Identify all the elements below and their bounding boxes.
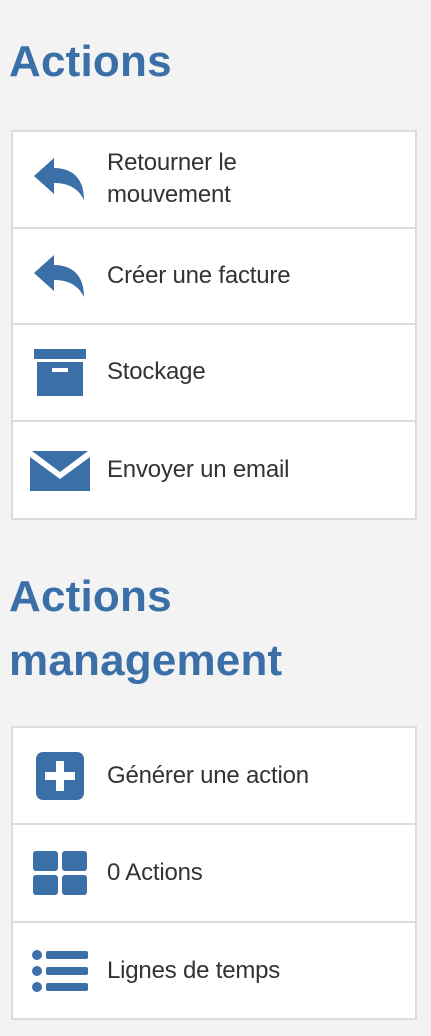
plus-square-icon (27, 748, 93, 804)
action-creer-facture[interactable]: Créer une facture (13, 229, 415, 325)
management-section-title: Actions management (9, 572, 283, 685)
management-label: Lignes de temps (107, 957, 281, 985)
action-label: Stockage (107, 358, 206, 386)
management-lignes-temps[interactable]: Lignes de temps (13, 923, 415, 1020)
management-label: Générer une action (107, 761, 309, 789)
reply-arrow-icon (27, 151, 93, 207)
action-label: Envoyer un email (107, 455, 290, 483)
action-envoyer-email[interactable]: Envoyer un email (13, 422, 415, 519)
management-actions-count[interactable]: 0 Actions (13, 825, 415, 923)
archive-box-icon (27, 344, 93, 400)
list-bullets-icon (27, 943, 93, 999)
grid-tiles-icon (27, 845, 93, 901)
reply-arrow-icon (27, 248, 93, 304)
action-label: Créer une facture (107, 261, 291, 289)
management-generer-action[interactable]: Générer une action (13, 728, 415, 826)
management-label: 0 Actions (107, 858, 203, 886)
actions-panel: Retourner le mouvement Créer une facture… (11, 130, 417, 520)
actions-section-title: Actions (9, 37, 172, 86)
envelope-icon (27, 442, 93, 498)
action-stockage[interactable]: Stockage (13, 325, 415, 422)
action-retourner-mouvement[interactable]: Retourner le mouvement (13, 132, 415, 229)
management-panel: Générer une action 0 Actions Lignes de t… (11, 726, 417, 1020)
action-label: Retourner le mouvement (107, 149, 237, 209)
